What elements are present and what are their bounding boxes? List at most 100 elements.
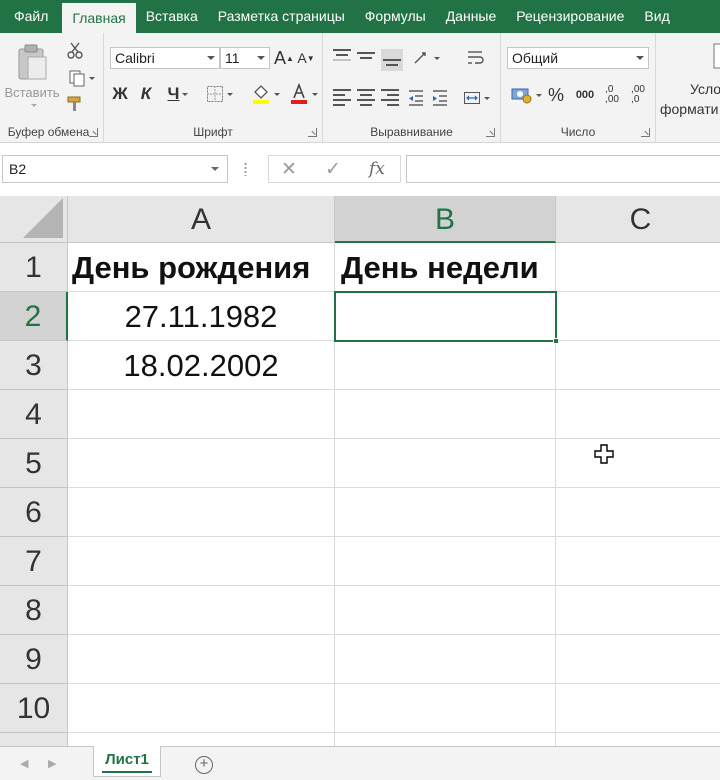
orientation-button[interactable] xyxy=(411,47,441,69)
cell-b3[interactable] xyxy=(335,341,556,390)
tab-file[interactable]: Файл xyxy=(0,0,62,33)
grow-font-button[interactable]: A ▲ xyxy=(274,47,294,69)
row-header-7[interactable]: 7 xyxy=(0,537,68,586)
paste-button[interactable]: Вставить xyxy=(4,37,60,113)
cell-c5[interactable] xyxy=(556,439,720,488)
cell-c2[interactable] xyxy=(556,292,720,341)
cell-b8[interactable] xyxy=(335,586,556,635)
decrease-indent-button[interactable] xyxy=(405,87,427,109)
scroll-right-icon[interactable]: ▶ xyxy=(48,757,56,770)
cell-a6[interactable] xyxy=(68,488,335,537)
cell-c1[interactable] xyxy=(556,243,720,292)
row-header-10[interactable]: 10 xyxy=(0,684,68,733)
tab-data[interactable]: Данные xyxy=(436,0,507,33)
cell-c3[interactable] xyxy=(556,341,720,390)
row-header-6[interactable]: 6 xyxy=(0,488,68,537)
clipboard-launcher-icon[interactable] xyxy=(89,128,98,137)
add-sheet-icon[interactable]: + xyxy=(195,756,213,774)
cell-a8[interactable] xyxy=(68,586,335,635)
thousands-separator-button[interactable]: 000 xyxy=(571,83,599,107)
row-header-8[interactable]: 8 xyxy=(0,586,68,635)
increase-indent-button[interactable] xyxy=(429,87,451,109)
copy-button[interactable] xyxy=(64,67,98,89)
font-color-button[interactable] xyxy=(286,81,320,107)
sheet-tab-list1[interactable]: Лист1 xyxy=(93,746,161,777)
cell-c8[interactable] xyxy=(556,586,720,635)
underline-button[interactable]: Ч xyxy=(162,83,194,105)
fill-color-button[interactable] xyxy=(248,81,282,107)
cell-b6[interactable] xyxy=(335,488,556,537)
insert-function-button[interactable]: fx xyxy=(369,159,385,179)
shrink-font-button[interactable]: A ▼ xyxy=(296,47,316,69)
column-header-b[interactable]: B xyxy=(335,196,556,243)
font-name-select[interactable]: Calibri xyxy=(110,47,220,69)
cell-b4[interactable] xyxy=(335,390,556,439)
align-left-button[interactable] xyxy=(333,89,351,106)
tab-review[interactable]: Рецензирование xyxy=(506,0,634,33)
cell-b1[interactable]: День недели xyxy=(335,243,556,292)
bold-button[interactable]: Ж xyxy=(110,83,130,105)
cell-c6[interactable] xyxy=(556,488,720,537)
cell-a5[interactable] xyxy=(68,439,335,488)
row-header-4[interactable]: 4 xyxy=(0,390,68,439)
tab-page-layout[interactable]: Разметка страницы xyxy=(208,0,355,33)
cell-b10[interactable] xyxy=(335,684,556,733)
align-bottom-button[interactable] xyxy=(381,49,403,71)
align-top-button[interactable] xyxy=(333,49,351,65)
cell-a3[interactable]: 18.02.2002 xyxy=(68,341,335,390)
fill-handle[interactable] xyxy=(553,338,559,344)
number-format-select[interactable]: Общий xyxy=(507,47,649,69)
cell-a11[interactable] xyxy=(68,733,335,746)
cell-b9[interactable] xyxy=(335,635,556,684)
number-launcher-icon[interactable] xyxy=(641,128,650,137)
currency-format-button[interactable] xyxy=(507,83,545,107)
format-painter-button[interactable] xyxy=(64,93,86,115)
row-header-1[interactable]: 1 xyxy=(0,243,68,292)
name-box[interactable]: B2 xyxy=(2,155,228,183)
column-header-a[interactable]: A xyxy=(68,196,335,243)
cell-c9[interactable] xyxy=(556,635,720,684)
font-launcher-icon[interactable] xyxy=(308,128,317,137)
cell-c11[interactable] xyxy=(556,733,720,746)
cell-c4[interactable] xyxy=(556,390,720,439)
align-middle-button[interactable] xyxy=(357,49,375,65)
cell-b11[interactable] xyxy=(335,733,556,746)
cancel-icon[interactable]: ✕ xyxy=(281,158,297,181)
cell-a1[interactable]: День рождения xyxy=(68,243,335,292)
alignment-launcher-icon[interactable] xyxy=(486,128,495,137)
cut-button[interactable] xyxy=(64,39,86,61)
cell-a4[interactable] xyxy=(68,390,335,439)
font-size-select[interactable]: 11 xyxy=(220,47,270,69)
row-header-11[interactable]: 11 xyxy=(0,733,68,746)
cell-b5[interactable] xyxy=(335,439,556,488)
cell-a2[interactable]: 27.11.1982 xyxy=(68,292,335,341)
align-right-button[interactable] xyxy=(381,89,399,106)
align-center-button[interactable] xyxy=(357,89,375,106)
formula-bar-grip[interactable] xyxy=(244,162,247,176)
scroll-left-icon[interactable]: ◀ xyxy=(20,757,28,770)
cell-a9[interactable] xyxy=(68,635,335,684)
wrap-text-button[interactable] xyxy=(463,47,487,69)
tab-view[interactable]: Вид xyxy=(634,0,679,33)
tab-insert[interactable]: Вставка xyxy=(136,0,208,33)
increase-decimal-button[interactable]: ,0 ,00 xyxy=(599,81,625,109)
select-all-button[interactable] xyxy=(0,196,68,243)
formula-input[interactable] xyxy=(406,155,720,183)
cell-a7[interactable] xyxy=(68,537,335,586)
worksheet-grid[interactable]: A B C 1 2 3 4 5 6 7 8 9 10 11 День рожде… xyxy=(0,196,720,746)
tab-formulas[interactable]: Формулы xyxy=(355,0,436,33)
merge-center-button[interactable] xyxy=(459,87,493,109)
cell-c10[interactable] xyxy=(556,684,720,733)
borders-button[interactable] xyxy=(202,83,236,105)
row-header-9[interactable]: 9 xyxy=(0,635,68,684)
column-header-c[interactable]: C xyxy=(556,196,720,243)
cell-b7[interactable] xyxy=(335,537,556,586)
row-header-3[interactable]: 3 xyxy=(0,341,68,390)
enter-icon[interactable]: ✓ xyxy=(325,158,341,181)
percent-format-button[interactable]: % xyxy=(545,83,567,107)
conditional-formatting-button[interactable]: Усло xyxy=(658,79,720,99)
cell-c7[interactable] xyxy=(556,537,720,586)
cell-a10[interactable] xyxy=(68,684,335,733)
italic-button[interactable]: К xyxy=(136,83,156,105)
row-header-2[interactable]: 2 xyxy=(0,292,68,341)
